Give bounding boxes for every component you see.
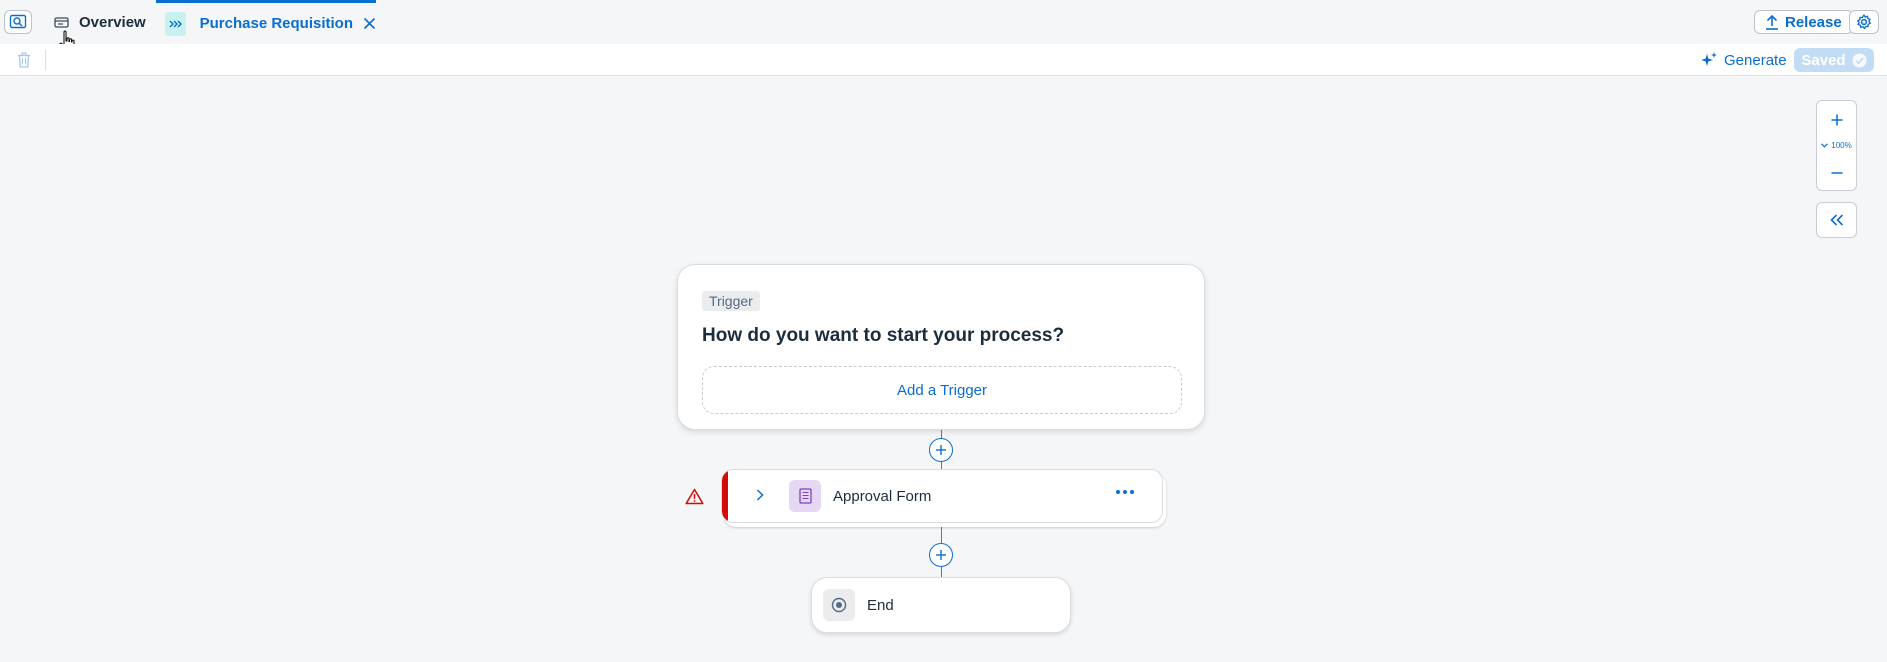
dot (1116, 490, 1120, 494)
tab-bar: Overview Purchase Requisition Release (0, 0, 1887, 54)
form-icon (789, 480, 821, 512)
generate-button[interactable]: Generate (1700, 48, 1787, 72)
folder-icon (54, 16, 69, 29)
tab-overview-label: Overview (79, 13, 146, 31)
generate-label: Generate (1724, 51, 1787, 69)
process-canvas[interactable]: 100% Trigger How do you want to start yo… (0, 76, 1887, 662)
plus-icon (936, 550, 946, 560)
tab-purchase-requisition-label: Purchase Requisition (199, 15, 353, 32)
double-chevron-left-icon (1829, 214, 1843, 226)
gear-icon (1857, 14, 1871, 30)
trash-icon (18, 52, 30, 68)
release-label: Release (1785, 13, 1842, 31)
search-process-button[interactable] (4, 10, 32, 34)
add-step-button[interactable] (929, 543, 953, 567)
chevron-down-icon (1821, 142, 1829, 148)
upload-icon (1766, 14, 1778, 30)
add-trigger-button[interactable]: Add a Trigger (702, 366, 1182, 414)
delete-button[interactable] (14, 50, 34, 70)
trigger-card: Trigger How do you want to start your pr… (677, 264, 1205, 430)
saved-button: Saved (1794, 48, 1874, 72)
tab-purchase-requisition[interactable]: Purchase Requisition (156, 0, 376, 44)
dot (1130, 490, 1134, 494)
zoom-level-dropdown[interactable]: 100% (1817, 138, 1856, 152)
editor-toolbar: Generate Saved (0, 44, 1887, 76)
zoom-in-button[interactable] (1817, 106, 1856, 134)
search-icon (9, 14, 27, 29)
end-node[interactable]: End (811, 577, 1071, 633)
trigger-question: How do you want to start your process? (702, 325, 1065, 346)
plus-icon (936, 445, 946, 455)
chevron-right-icon[interactable] (756, 489, 764, 501)
process-icon (165, 11, 186, 36)
zoom-out-button[interactable] (1817, 159, 1856, 187)
sparkle-icon (1701, 52, 1717, 66)
zoom-controls: 100% (1816, 100, 1857, 191)
release-button[interactable]: Release (1754, 10, 1853, 34)
add-step-button[interactable] (929, 438, 953, 462)
approval-form-step[interactable]: Approval Form (721, 469, 1163, 523)
minus-icon (1831, 172, 1842, 174)
warning-icon (685, 488, 704, 505)
plus-icon (1831, 114, 1842, 126)
collapse-panel-button[interactable] (1816, 202, 1857, 238)
dot (1123, 490, 1127, 494)
error-indicator-bar (722, 470, 728, 522)
approval-form-label: Approval Form (833, 488, 932, 505)
check-circle-icon (1852, 53, 1867, 67)
end-label: End (867, 597, 894, 614)
zoom-level-value: 100% (1831, 140, 1852, 150)
saved-label: Saved (1801, 51, 1846, 69)
stop-icon (823, 589, 855, 621)
more-options-icon[interactable] (1116, 490, 1134, 494)
settings-button[interactable] (1849, 10, 1879, 34)
trigger-tag: Trigger (702, 291, 760, 311)
toolbar-separator (45, 50, 46, 70)
close-icon[interactable] (363, 17, 376, 30)
add-trigger-label: Add a Trigger (896, 381, 988, 399)
